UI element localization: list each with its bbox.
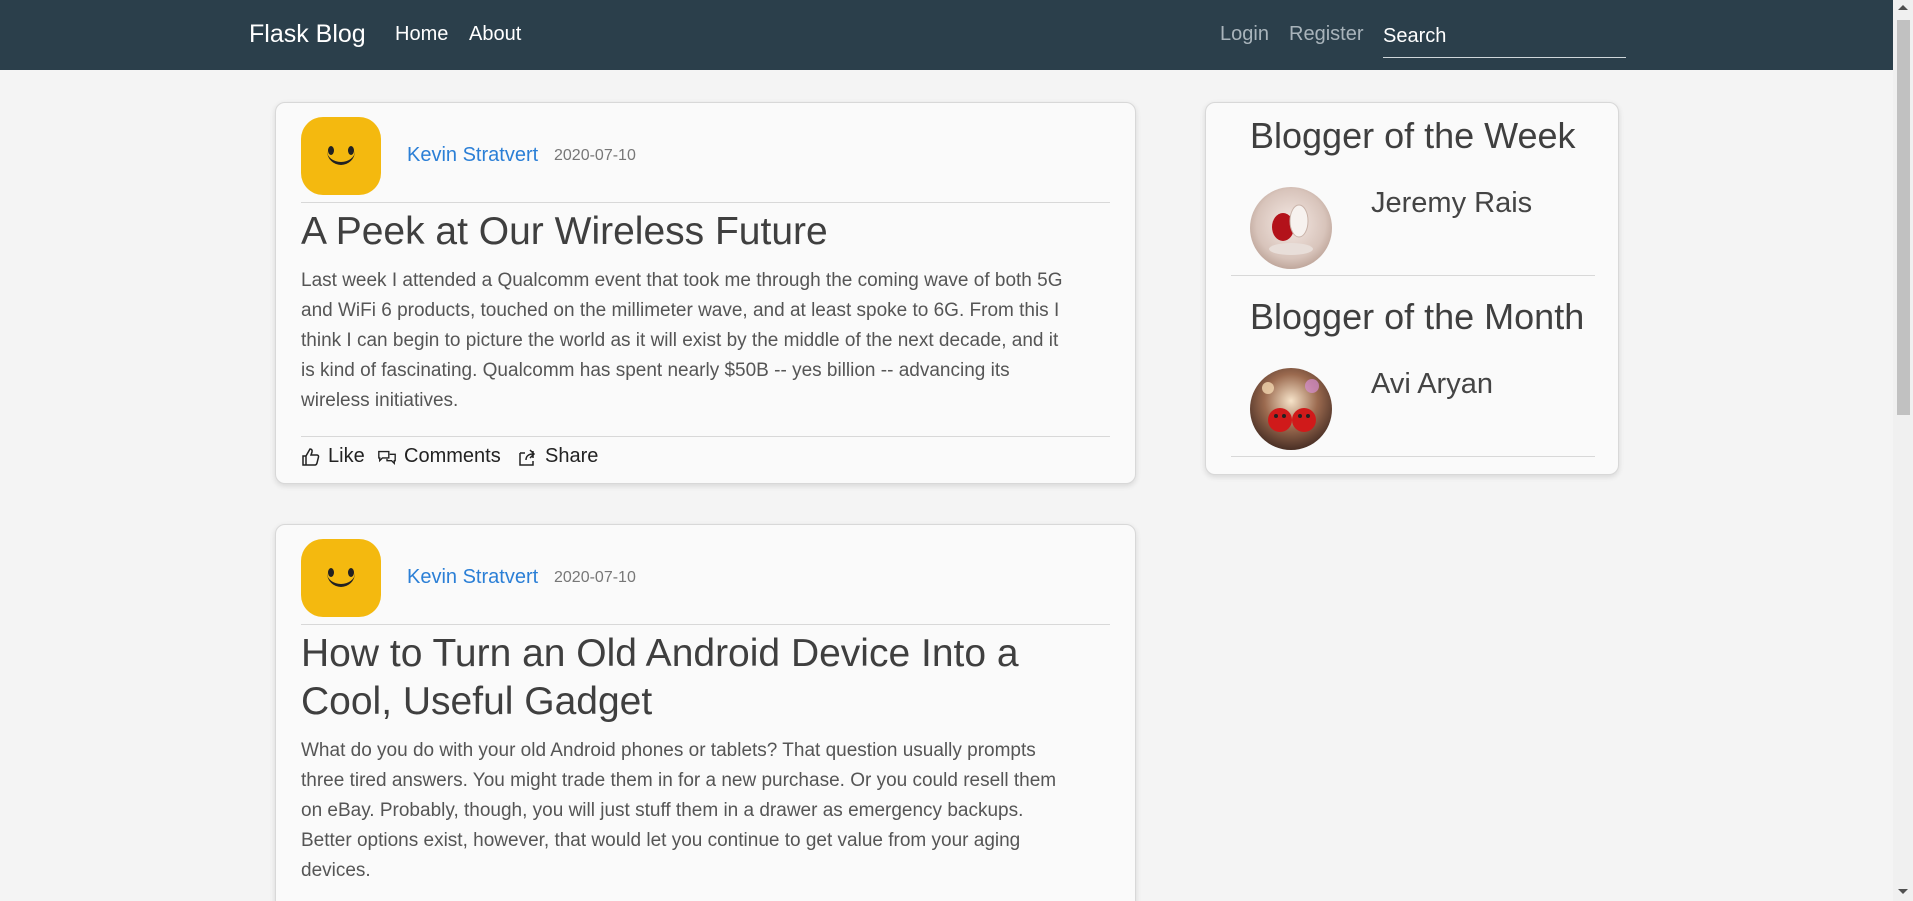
- sidebar-card: Blogger of the Week Jeremy Rais Blogger …: [1205, 102, 1619, 475]
- blogger-of-month-name[interactable]: Avi Aryan: [1371, 368, 1493, 401]
- thumbs-up-icon: [302, 447, 320, 466]
- nav-register-link[interactable]: Register: [1289, 23, 1363, 46]
- post-date: 2020-07-10: [554, 569, 636, 586]
- sidebar-divider: [1231, 456, 1595, 457]
- post-body: What do you do with your old Android pho…: [301, 736, 1116, 886]
- search-box: [1383, 18, 1626, 58]
- post-body-line: What do you do with your old Android pho…: [301, 740, 1036, 761]
- post-actions-divider: [301, 436, 1110, 437]
- nav-about-link[interactable]: About: [469, 23, 521, 46]
- like-label: Like: [328, 445, 365, 467]
- post-body-line: and WiFi 6 products, touched on the mill…: [301, 300, 1060, 321]
- post-title[interactable]: A Peek at Our Wireless Future: [301, 208, 828, 256]
- post-card: Kevin Stratvert 2020-07-10 How to Turn a…: [275, 524, 1136, 901]
- post-title[interactable]: How to Turn an Old Android Device Into a…: [301, 630, 1116, 726]
- top-navbar: Flask Blog Home About Login Register: [0, 0, 1893, 70]
- post-body-line: three tired answers. You might trade the…: [301, 770, 1057, 791]
- author-avatar[interactable]: [301, 539, 381, 617]
- like-button[interactable]: Like: [301, 445, 365, 468]
- share-icon: [519, 448, 536, 466]
- blogger-of-week-name[interactable]: Jeremy Rais: [1371, 187, 1532, 220]
- post-divider: [301, 624, 1110, 625]
- nav-login-link[interactable]: Login: [1220, 23, 1269, 46]
- scroll-down-icon[interactable]: [1898, 889, 1908, 894]
- post-body-line: is kind of fascinating. Qualcomm has spe…: [301, 360, 1010, 381]
- blogger-of-week-heading: Blogger of the Week: [1250, 115, 1576, 156]
- comments-icon: [378, 450, 396, 465]
- blogger-of-month-heading: Blogger of the Month: [1250, 296, 1585, 337]
- post-body-line: Last week I attended a Qualcomm event th…: [301, 270, 1063, 291]
- post-title-line: Cool, Useful Gadget: [301, 680, 653, 723]
- comments-button[interactable]: Comments: [377, 445, 501, 468]
- post-body-line: devices.: [301, 860, 371, 881]
- scroll-up-icon[interactable]: [1898, 5, 1908, 10]
- blogger-of-month-avatar[interactable]: [1250, 368, 1332, 450]
- post-card: Kevin Stratvert 2020-07-10 A Peek at Our…: [275, 102, 1136, 484]
- post-title-line: How to Turn an Old Android Device Into a: [301, 632, 1019, 675]
- search-input[interactable]: [1383, 18, 1626, 54]
- post-body-line: Better options exist, however, that woul…: [301, 830, 1021, 851]
- post-body-line: on eBay. Probably, though, you will just…: [301, 800, 1024, 821]
- scrollbar-thumb[interactable]: [1897, 20, 1910, 415]
- post-body: Last week I attended a Qualcomm event th…: [301, 266, 1116, 416]
- share-label: Share: [545, 445, 599, 467]
- post-body-line: think I can begin to picture the world a…: [301, 330, 1059, 351]
- sidebar-divider: [1231, 275, 1595, 276]
- blogger-of-week-avatar[interactable]: [1250, 187, 1332, 269]
- post-divider: [301, 202, 1110, 203]
- share-button[interactable]: Share: [518, 445, 598, 468]
- post-body-line: wireless initiatives.: [301, 390, 459, 411]
- comments-label: Comments: [404, 445, 501, 467]
- brand-link[interactable]: Flask Blog: [249, 20, 366, 49]
- post-date: 2020-07-10: [554, 147, 636, 164]
- post-author-link[interactable]: Kevin Stratvert: [407, 144, 538, 167]
- post-author-link[interactable]: Kevin Stratvert: [407, 566, 538, 589]
- author-avatar[interactable]: [301, 117, 381, 195]
- nav-home-link[interactable]: Home: [395, 23, 448, 46]
